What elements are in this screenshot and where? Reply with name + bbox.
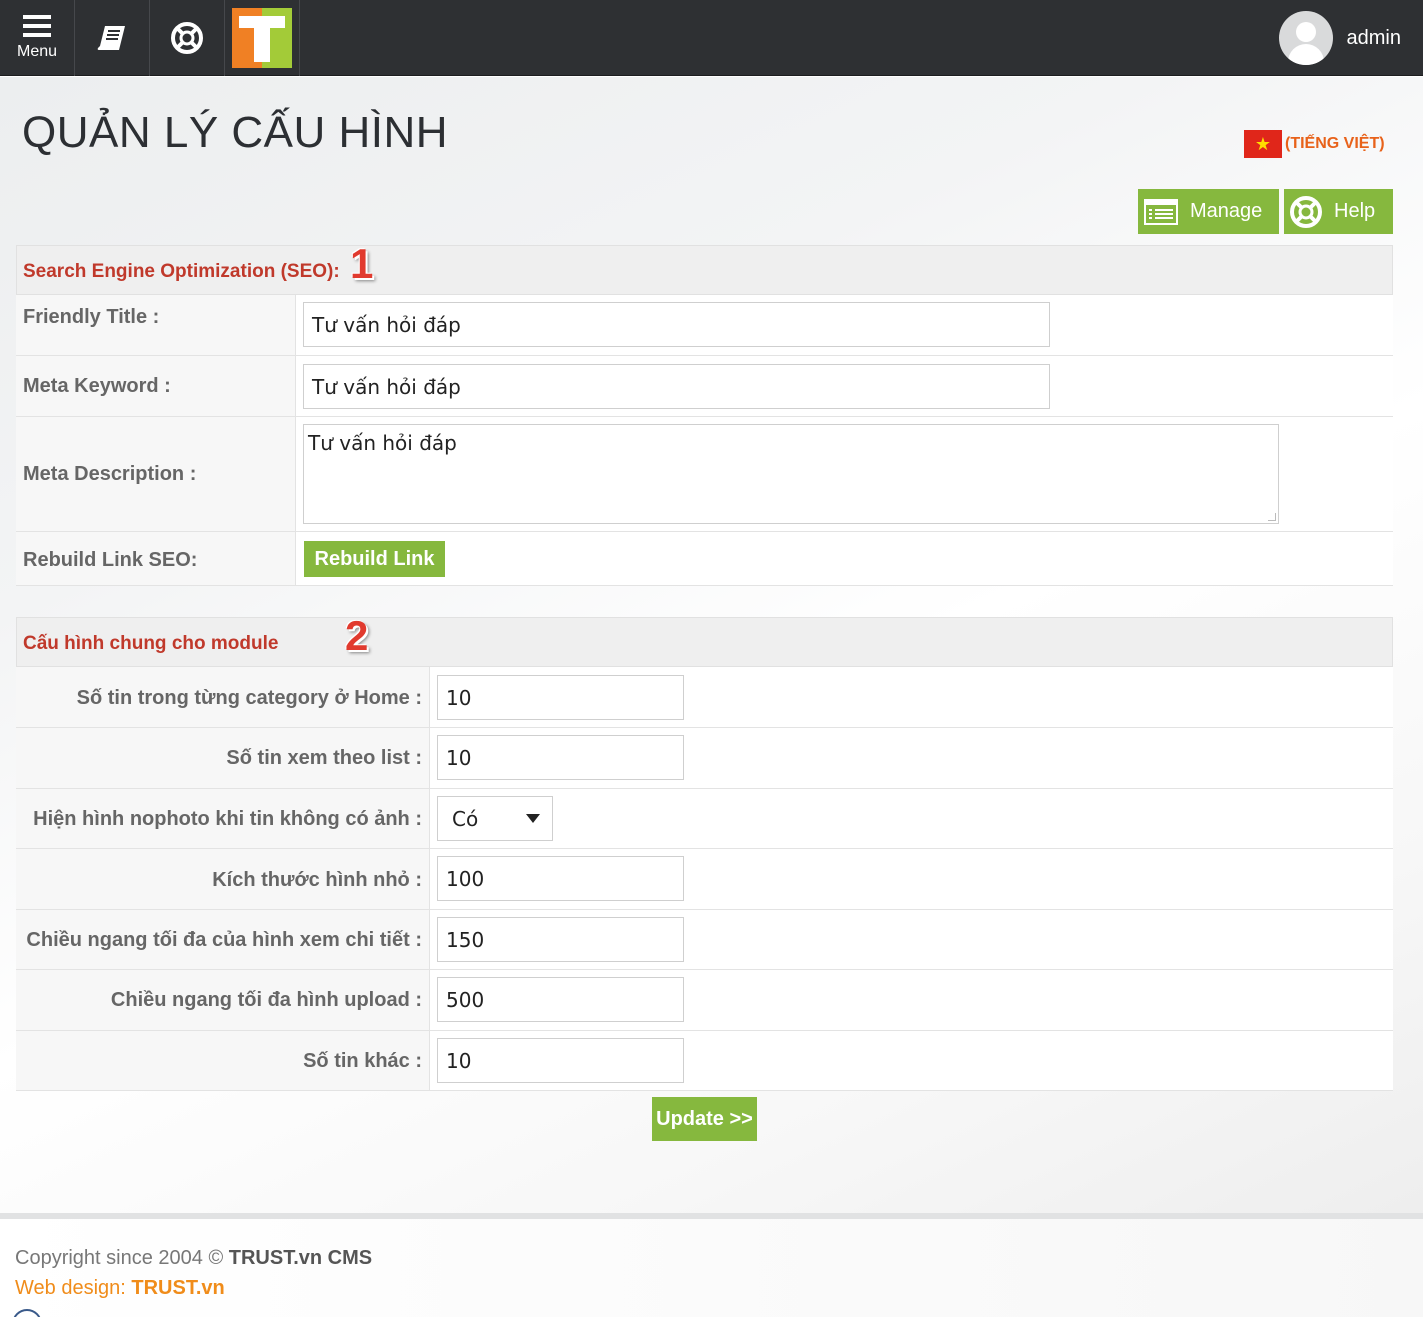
web-design-prefix: Web design: — [15, 1277, 132, 1299]
list-icon — [1144, 198, 1178, 225]
friendly-title-label: Friendly Title : — [23, 306, 160, 328]
copyright-text: Copyright since 2004 © TRUST.vn CMS — [15, 1247, 372, 1270]
module-row-thumbnail-size: Kích thước hình nhỏ : 100 — [16, 849, 1393, 910]
module-row-upload-max-width: Chiều ngang tối đa hình upload : 500 — [16, 970, 1393, 1031]
meta-keyword-row: Meta Keyword : Tư vấn hỏi đáp — [16, 356, 1393, 417]
menu-button[interactable]: Menu — [0, 0, 75, 76]
help-button-label: Help — [1334, 200, 1376, 222]
module-row-nophoto: Hiện hình nophoto khi tin không có ảnh :… — [16, 789, 1393, 849]
upload-max-width-input[interactable]: 500 — [437, 977, 684, 1022]
book-icon — [97, 26, 125, 50]
copyright-brand: TRUST.vn CMS — [228, 1247, 373, 1269]
section-number-1: 1 — [350, 240, 374, 287]
language-switcher[interactable]: ★ (TIẾNG VIỆT) — [1244, 130, 1385, 158]
module-row-label: Hiện hình nophoto khi tin không có ảnh : — [33, 808, 422, 830]
meta-description-row: Meta Description : Tư vấn hỏi đáp — [16, 417, 1393, 532]
lifebuoy-icon — [1290, 195, 1322, 228]
top-navigation-bar: Menu admin — [0, 0, 1423, 76]
thumbnail-size-input[interactable]: 100 — [437, 856, 684, 901]
section-number-2: 2 — [345, 612, 369, 659]
lifebuoy-icon — [171, 22, 203, 54]
rebuild-link-label: Rebuild Link SEO: — [23, 549, 198, 571]
chevron-down-icon — [526, 814, 540, 823]
web-design-credit: Web design: TRUST.vn — [15, 1277, 225, 1300]
vietnam-flag-icon: ★ — [1244, 130, 1282, 158]
friendly-title-input[interactable]: Tư vấn hỏi đáp — [303, 302, 1050, 347]
home-category-count-input[interactable]: 10 — [437, 675, 684, 720]
user-name: admin — [1346, 26, 1401, 49]
detail-max-width-input[interactable]: 150 — [437, 917, 684, 962]
rebuild-link-row: Rebuild Link SEO: Rebuild Link — [16, 532, 1393, 586]
seo-section-title: Search Engine Optimization (SEO): — [23, 261, 340, 282]
meta-keyword-label: Meta Keyword : — [23, 375, 171, 397]
help-button[interactable]: Help — [1284, 189, 1393, 234]
trust-logo-mark — [232, 8, 292, 68]
update-button[interactable]: Update >> — [652, 1097, 757, 1141]
nophoto-select[interactable]: Có — [437, 796, 553, 841]
documentation-button[interactable] — [75, 0, 150, 76]
rebuild-link-button[interactable]: Rebuild Link — [304, 541, 445, 577]
nophoto-select-value: Có — [452, 806, 479, 831]
manage-button[interactable]: Manage — [1138, 189, 1279, 234]
module-row-label: Chiều ngang tối đa của hình xem chi tiết… — [26, 929, 422, 951]
module-section-header: Cấu hình chung cho module — [16, 617, 1393, 667]
user-menu[interactable]: admin — [1278, 11, 1401, 65]
copyright-prefix: Copyright since 2004 © — [15, 1247, 229, 1269]
avatar — [1278, 11, 1333, 65]
meta-description-textarea[interactable]: Tư vấn hỏi đáp — [303, 424, 1279, 524]
trust-logo[interactable] — [225, 0, 300, 76]
module-row-label: Số tin khác : — [303, 1050, 422, 1072]
module-row-home-category-count: Số tin trong từng category ở Home : 10 — [16, 667, 1393, 728]
meta-keyword-input[interactable]: Tư vấn hỏi đáp — [303, 364, 1050, 409]
module-row-label: Kích thước hình nhỏ : — [212, 869, 422, 891]
manage-button-label: Manage — [1190, 200, 1263, 222]
meta-description-label: Meta Description : — [23, 463, 197, 485]
module-section-title: Cấu hình chung cho module — [23, 633, 279, 654]
module-row-list-count: Số tin xem theo list : 10 — [16, 728, 1393, 789]
resize-handle-icon[interactable] — [1268, 513, 1276, 521]
module-row-label: Số tin trong từng category ở Home : — [76, 687, 422, 709]
module-row-other-count: Số tin khác : 10 — [16, 1031, 1393, 1091]
meta-description-value: Tư vấn hỏi đáp — [308, 431, 457, 455]
list-count-input[interactable]: 10 — [437, 735, 684, 780]
support-button[interactable] — [150, 0, 225, 76]
other-count-input[interactable]: 10 — [437, 1038, 684, 1083]
language-label: (TIẾNG VIỆT) — [1285, 135, 1385, 152]
web-design-link[interactable]: TRUST.vn — [131, 1277, 224, 1299]
module-row-label: Số tin xem theo list : — [226, 747, 422, 769]
module-row-detail-max-width: Chiều ngang tối đa của hình xem chi tiết… — [16, 910, 1393, 970]
hamburger-menu-icon — [23, 15, 51, 37]
menu-label: Menu — [16, 43, 58, 60]
seo-section-header: Search Engine Optimization (SEO): — [16, 245, 1393, 295]
friendly-title-row: Friendly Title : Tư vấn hỏi đáp — [16, 295, 1393, 356]
module-row-label: Chiều ngang tối đa hình upload : — [110, 989, 422, 1011]
page-title: QUẢN LÝ CẤU HÌNH — [22, 108, 449, 157]
